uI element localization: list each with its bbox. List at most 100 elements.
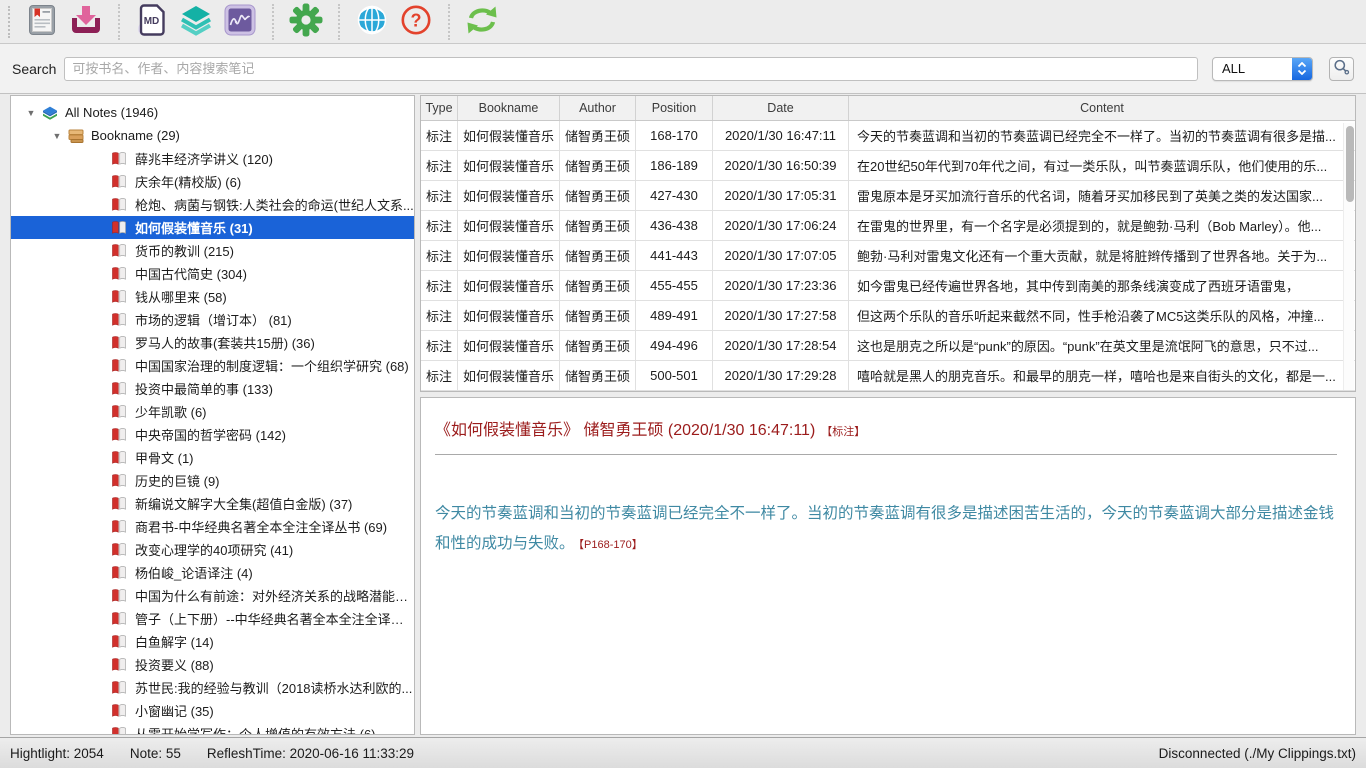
sidebar-item[interactable]: ▼Bookname (29) — [11, 124, 414, 147]
column-header-position[interactable]: Position — [636, 96, 713, 120]
table-row[interactable]: 标注如何假装懂音乐储智勇王硕436-4382020/1/30 17:06:24在… — [421, 211, 1355, 241]
sidebar-item-label: 中国国家治理的制度逻辑：一个组织学研究 (68) — [135, 356, 409, 375]
table-row[interactable]: 标注如何假装懂音乐储智勇王硕455-4552020/1/30 17:23:36如… — [421, 271, 1355, 301]
column-header-bookname[interactable]: Bookname — [458, 96, 560, 120]
sidebar-item[interactable]: 中国国家治理的制度逻辑：一个组织学研究 (68) — [11, 354, 414, 377]
cell-position: 186-189 — [636, 151, 713, 180]
layers-icon — [179, 4, 213, 39]
help-button[interactable]: ? — [396, 3, 436, 41]
gear-icon — [289, 3, 323, 40]
sidebar-item[interactable]: 中国为什么有前途：对外经济关系的战略潜能（... — [11, 584, 414, 607]
help-icon: ? — [400, 4, 432, 39]
sidebar-item[interactable]: 白鱼解字 (14) — [11, 630, 414, 653]
cell-position: 500-501 — [636, 361, 713, 390]
sidebar-item[interactable]: 中国古代简史 (304) — [11, 262, 414, 285]
sidebar-item-label: 甲骨文 (1) — [135, 448, 194, 467]
right-column: TypeBooknameAuthorPositionDateContent 标注… — [420, 95, 1356, 735]
table-row[interactable]: 标注如何假装懂音乐储智勇王硕168-1702020/1/30 16:47:11今… — [421, 121, 1355, 151]
import-download-button[interactable] — [66, 3, 106, 41]
cell-position: 441-443 — [636, 241, 713, 270]
book-icon — [111, 358, 129, 373]
sidebar-item[interactable]: 货币的教训 (215) — [11, 239, 414, 262]
sidebar-item-label: 少年凯歌 (6) — [135, 402, 207, 421]
table-row[interactable]: 标注如何假装懂音乐储智勇王硕489-4912020/1/30 17:27:58但… — [421, 301, 1355, 331]
markdown-export-button[interactable]: MD — [132, 3, 172, 41]
book-icon — [111, 197, 129, 212]
table-header-row: TypeBooknameAuthorPositionDateContent — [421, 96, 1355, 121]
cell-author: 储智勇王硕 — [560, 271, 636, 300]
table-row[interactable]: 标注如何假装懂音乐储智勇王硕441-4432020/1/30 17:07:05鲍… — [421, 241, 1355, 271]
sidebar-item[interactable]: ▼All Notes (1946) — [11, 101, 414, 124]
toolbar: MD — [0, 0, 1366, 44]
sidebar-item[interactable]: 市场的逻辑（增订本） (81) — [11, 308, 414, 331]
cell-date: 2020/1/30 17:06:24 — [713, 211, 849, 240]
sidebar-item[interactable]: 枪炮、病菌与钢铁:人类社会的命运(世纪人文系... — [11, 193, 414, 216]
sidebar-item[interactable]: 苏世民:我的经验与教训（2018读桥水达利欧的... — [11, 676, 414, 699]
settings-gear-button[interactable] — [286, 3, 326, 41]
search-input[interactable] — [64, 57, 1198, 81]
column-header-author[interactable]: Author — [560, 96, 636, 120]
svg-text:?: ? — [411, 11, 422, 31]
cell-type: 标注 — [421, 271, 458, 300]
sidebar-item[interactable]: 小窗幽记 (35) — [11, 699, 414, 722]
sidebar-item[interactable]: 新编说文解字大全集(超值白金版) (37) — [11, 492, 414, 515]
bookshelf-icon — [67, 128, 85, 143]
search-button[interactable] — [1329, 57, 1354, 81]
cell-date: 2020/1/30 17:05:31 — [713, 181, 849, 210]
cell-author: 储智勇王硕 — [560, 331, 636, 360]
sidebar-item[interactable]: 管子（上下册）--中华经典名著全本全注全译（... — [11, 607, 414, 630]
sidebar-item[interactable]: 薛兆丰经济学讲义 (120) — [11, 147, 414, 170]
web-globe-button[interactable] — [352, 3, 392, 41]
cell-position: 168-170 — [636, 121, 713, 150]
disclosure-triangle-icon[interactable]: ▼ — [51, 131, 63, 141]
sidebar-item-label: 中国为什么有前途：对外经济关系的战略潜能（... — [135, 586, 414, 605]
cell-type: 标注 — [421, 361, 458, 390]
table-row[interactable]: 标注如何假装懂音乐储智勇王硕427-4302020/1/30 17:05:31雷… — [421, 181, 1355, 211]
sidebar-item[interactable]: 商君书-中华经典名著全本全注全译丛书 (69) — [11, 515, 414, 538]
sidebar-item[interactable]: 少年凯歌 (6) — [11, 400, 414, 423]
sidebar-item[interactable]: 历史的巨镜 (9) — [11, 469, 414, 492]
column-header-content[interactable]: Content — [849, 96, 1355, 120]
column-header-type[interactable]: Type — [421, 96, 458, 120]
layers-export-button[interactable] — [176, 3, 216, 41]
sidebar-item[interactable]: 甲骨文 (1) — [11, 446, 414, 469]
sidebar-item[interactable]: 杨伯峻_论语译注 (4) — [11, 561, 414, 584]
sidebar-item[interactable]: 改变心理学的40项研究 (41) — [11, 538, 414, 561]
sidebar-item-label: 投资要义 (88) — [135, 655, 214, 674]
sidebar-item[interactable]: 罗马人的故事(套装共15册) (36) — [11, 331, 414, 354]
sidebar-item[interactable]: 钱从哪里来 (58) — [11, 285, 414, 308]
stats-chart-button[interactable] — [220, 3, 260, 41]
table-scrollbar-thumb[interactable] — [1346, 126, 1354, 202]
sidebar-item[interactable]: 庆余年(精校版) (6) — [11, 170, 414, 193]
filter-dropdown[interactable]: ALL — [1212, 57, 1313, 81]
sidebar-item[interactable]: 投资中最简单的事 (133) — [11, 377, 414, 400]
cell-content: 在雷鬼的世界里，有一个名字是必须提到的，就是鲍勃·马利（Bob Marley）。… — [849, 211, 1355, 240]
sidebar-item[interactable]: 中央帝国的哲学密码 (142) — [11, 423, 414, 446]
refresh-sync-icon — [465, 4, 499, 39]
toolbar-separator — [338, 4, 340, 40]
cell-type: 标注 — [421, 121, 458, 150]
book-icon — [111, 680, 129, 695]
book-icon — [111, 611, 129, 626]
clippings-document-button[interactable] — [22, 3, 62, 41]
cell-position: 489-491 — [636, 301, 713, 330]
disclosure-triangle-icon[interactable]: ▼ — [25, 108, 37, 118]
refresh-sync-button[interactable] — [462, 3, 502, 41]
sidebar-item[interactable]: 从零开始学写作：个人增值的有效方法 (6) — [11, 722, 414, 735]
cell-content: 如今雷鬼已经传遍世界各地，其中传到南美的那条线演变成了西班牙语雷鬼， — [849, 271, 1355, 300]
sidebar-item[interactable]: 投资要义 (88) — [11, 653, 414, 676]
column-header-date[interactable]: Date — [713, 96, 849, 120]
notes-table: TypeBooknameAuthorPositionDateContent 标注… — [420, 95, 1356, 392]
table-row[interactable]: 标注如何假装懂音乐储智勇王硕494-4962020/1/30 17:28:54这… — [421, 331, 1355, 361]
sidebar-item-label: 如何假装懂音乐 (31) — [135, 218, 253, 237]
book-icon — [111, 243, 129, 258]
cell-bookname: 如何假装懂音乐 — [458, 211, 560, 240]
table-row[interactable]: 标注如何假装懂音乐储智勇王硕186-1892020/1/30 16:50:39在… — [421, 151, 1355, 181]
table-scrollbar-track[interactable] — [1343, 123, 1354, 390]
table-row[interactable]: 标注如何假装懂音乐储智勇王硕500-5012020/1/30 17:29:28嘻… — [421, 361, 1355, 391]
sidebar-item-selected[interactable]: 如何假装懂音乐 (31) — [11, 216, 414, 239]
sidebar-item-label: 杨伯峻_论语译注 (4) — [135, 563, 253, 582]
cell-type: 标注 — [421, 241, 458, 270]
book-icon — [111, 726, 129, 735]
note-detail-pane: 《如何假装懂音乐》 储智勇王硕 (2020/1/30 16:47:11)【标注】… — [420, 397, 1356, 735]
